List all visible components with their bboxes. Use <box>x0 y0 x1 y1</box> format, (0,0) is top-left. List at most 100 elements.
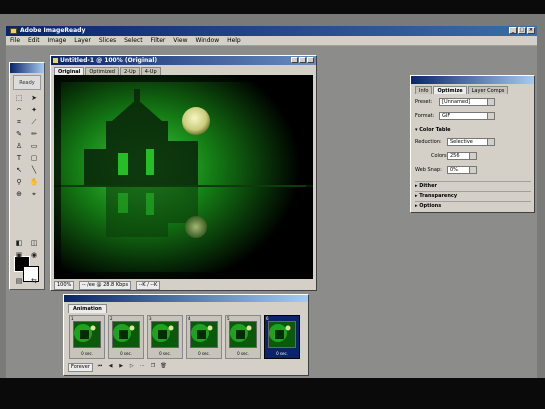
menu-bar: File Edit Image Layer Slices Select Filt… <box>6 36 537 46</box>
optimize-panel-tabs: Info Optimize Layer Comps <box>415 86 509 94</box>
format-select[interactable]: GIF <box>439 112 495 120</box>
menu-layer[interactable]: Layer <box>74 36 91 45</box>
loop-select[interactable]: Forever <box>68 363 93 372</box>
frame-delay[interactable]: 0 sec. <box>187 351 221 357</box>
format-label: Format: <box>415 113 435 119</box>
transparency-section[interactable]: ▸ Transparency <box>415 191 531 200</box>
magic-wand-tool-icon[interactable]: ✦ <box>28 105 40 115</box>
reduction-select[interactable]: Selective <box>447 138 495 146</box>
minimize-button[interactable]: _ <box>509 27 517 34</box>
shape-tool-icon[interactable]: ▢ <box>28 153 40 163</box>
download-time-field[interactable]: -- /ee @ 28.8 Kbps <box>78 281 132 290</box>
moon-reflection <box>185 216 207 238</box>
tab-animation[interactable]: Animation <box>68 304 107 313</box>
letterbox-bottom <box>0 378 545 409</box>
tab-layer-comps[interactable]: Layer Comps <box>467 86 509 94</box>
transparency-label: Transparency <box>419 193 458 199</box>
lasso-tool-icon[interactable]: ᴖ <box>13 105 25 115</box>
previous-frame-icon[interactable]: ◀ <box>107 363 114 370</box>
tab-optimize[interactable]: Optimize <box>433 86 467 94</box>
line-tool-icon[interactable]: ╲ <box>28 165 40 175</box>
reduction-value: Selective <box>450 139 473 145</box>
frame-delay[interactable]: 0 sec. <box>148 351 182 357</box>
document-status-bar: 100% -- /ee @ 28.8 Kbps --K / --K <box>54 281 313 290</box>
delete-frame-icon[interactable]: 🗑 <box>160 363 167 370</box>
document-minimize-button[interactable] <box>291 57 298 63</box>
image-canvas[interactable] <box>54 75 313 279</box>
brush-tool-icon[interactable]: ✎ <box>13 129 25 139</box>
pencil-tool-icon[interactable]: ✏ <box>28 129 40 139</box>
document-close-button[interactable] <box>307 57 314 63</box>
path-tool-icon[interactable]: ↖ <box>13 165 25 175</box>
crop-tool-icon[interactable]: ⌗ <box>13 117 25 127</box>
jump-to-photoshop-icon[interactable]: ⇆ <box>28 276 40 286</box>
menu-filter[interactable]: Filter <box>151 36 166 45</box>
hand-tool-icon[interactable]: ✋ <box>28 177 40 187</box>
menu-file[interactable]: File <box>10 36 20 45</box>
move-tool-icon[interactable]: ➤ <box>28 93 40 103</box>
animation-frame[interactable]: 40 sec. <box>186 315 222 359</box>
next-frame-icon[interactable]: ▷ <box>128 363 135 370</box>
web-snap-select[interactable]: 0% <box>447 166 477 174</box>
imageready-logo[interactable]: Ready <box>13 75 41 90</box>
menu-slices[interactable]: Slices <box>99 36 116 45</box>
menu-window[interactable]: Window <box>195 36 219 45</box>
animation-panel-titlebar[interactable] <box>64 295 308 302</box>
frame-delay[interactable]: 0 sec. <box>226 351 260 357</box>
toolbox: Ready ⬚ ➤ ᴖ ✦ ⌗ ⟋ ✎ ✏ ♙ ▭ T ▢ ↖ ╲ ⚲ ✋ ⊕ … <box>9 62 45 290</box>
menu-view[interactable]: View <box>173 36 187 45</box>
document-title: Untitled-1 @ 100% (Original) <box>60 57 158 64</box>
color-sampler-icon[interactable]: ⌖ <box>28 189 40 199</box>
duplicate-frame-icon[interactable]: ❐ <box>149 363 156 370</box>
menu-help[interactable]: Help <box>227 36 241 45</box>
frame-delay[interactable]: 0 sec. <box>70 351 104 357</box>
animation-frame[interactable]: 30 sec. <box>147 315 183 359</box>
slice-visibility-icon[interactable]: ◫ <box>28 238 40 248</box>
play-icon[interactable]: ▶ <box>118 363 125 370</box>
document-titlebar[interactable]: Untitled-1 @ 100% (Original) <box>51 56 316 65</box>
eyedropper-tool-icon[interactable]: ⚲ <box>13 177 25 187</box>
tween-icon[interactable]: ⋯ <box>139 363 146 370</box>
stamp-tool-icon[interactable]: ♙ <box>13 141 25 151</box>
preview-browser-icon[interactable]: ◉ <box>28 250 40 260</box>
zoom-field[interactable]: 100% <box>54 281 75 290</box>
tab-optimized[interactable]: Optimized <box>85 67 119 75</box>
menu-image[interactable]: Image <box>48 36 67 45</box>
eraser-tool-icon[interactable]: ▭ <box>28 141 40 151</box>
tab-2-up[interactable]: 2-Up <box>119 67 140 75</box>
maximize-button[interactable]: □ <box>518 27 526 34</box>
slice-tool-icon[interactable]: ⟋ <box>28 117 40 127</box>
preview-document-icon[interactable]: ▣ <box>13 250 25 260</box>
menu-select[interactable]: Select <box>124 36 143 45</box>
tab-4-up[interactable]: 4-Up <box>140 67 161 75</box>
frame-delay[interactable]: 0 sec. <box>109 351 143 357</box>
dither-section[interactable]: ▸ Dither <box>415 181 531 190</box>
preset-label: Preset: <box>415 99 433 105</box>
image-map-visibility-icon[interactable]: ◧ <box>13 238 25 248</box>
toolbox-titlebar[interactable] <box>10 63 44 73</box>
menu-edit[interactable]: Edit <box>28 36 40 45</box>
animation-frame[interactable]: 20 sec. <box>108 315 144 359</box>
colors-select[interactable]: 256 <box>447 152 477 160</box>
document-maximize-button[interactable] <box>299 57 306 63</box>
animation-frame[interactable]: 50 sec. <box>225 315 261 359</box>
animation-frame[interactable]: 10 sec. <box>69 315 105 359</box>
zoom-tool-icon[interactable]: ⊕ <box>13 189 25 199</box>
screen-mode-icon[interactable]: ▤ <box>13 276 25 286</box>
optimize-panel-titlebar[interactable] <box>411 76 534 84</box>
chevron-down-icon <box>469 153 476 159</box>
web-snap-label: Web Snap: <box>415 167 442 173</box>
tab-original[interactable]: Original <box>54 67 85 75</box>
type-tool-icon[interactable]: T <box>13 153 25 163</box>
file-size-field[interactable]: --K / --K <box>135 281 161 290</box>
document-view-tabs: Original Optimized 2-Up 4-Up <box>54 67 162 75</box>
close-button[interactable]: × <box>527 27 535 34</box>
frame-delay[interactable]: 0 sec. <box>265 351 299 357</box>
animation-frame[interactable]: 60 sec. <box>264 315 300 359</box>
options-section[interactable]: ▸ Options <box>415 201 531 210</box>
color-table-section[interactable]: ▾ Color Table <box>415 126 531 134</box>
tab-info[interactable]: Info <box>415 86 433 94</box>
rewind-icon[interactable]: ⏮ <box>96 363 103 370</box>
marquee-tool-icon[interactable]: ⬚ <box>13 93 25 103</box>
preset-select[interactable]: [Unnamed] <box>439 98 495 106</box>
